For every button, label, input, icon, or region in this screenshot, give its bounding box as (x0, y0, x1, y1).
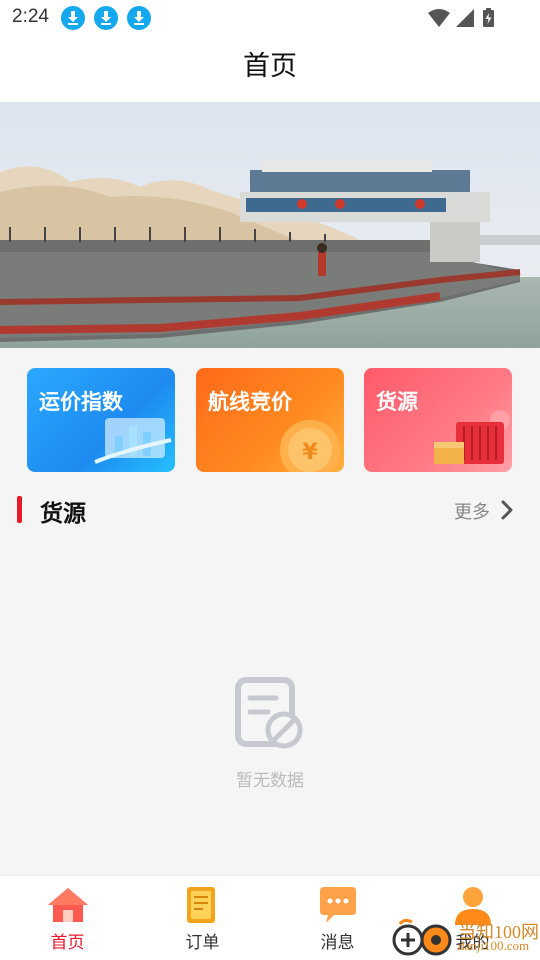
banner-image (0, 102, 540, 348)
title-bar: 首页 (0, 36, 540, 102)
wifi-icon (428, 9, 450, 27)
banner-carousel[interactable] (0, 102, 540, 348)
download-icon (127, 6, 151, 30)
nav-label: 消息 (320, 933, 355, 953)
status-time: 2:24 (12, 6, 49, 27)
svg-text:¥: ¥ (302, 440, 318, 465)
message-icon (320, 887, 356, 923)
tile-cargo-source[interactable]: 货源 (364, 368, 512, 472)
status-indicators (428, 8, 494, 27)
battery-icon (483, 8, 494, 27)
status-bar: 2:24 (0, 0, 540, 36)
section-accent-bar (17, 496, 22, 523)
section-title: 货源 (40, 501, 86, 527)
category-tiles: 运价指数 航线竞价 ¥ 货源 (0, 348, 540, 484)
download-icon (94, 6, 118, 30)
container-icon (434, 410, 510, 464)
page-title: 首页 (243, 51, 297, 82)
bar-chart-icon (94, 418, 172, 464)
watermark-subtext: danji100.com (458, 938, 530, 953)
nav-tab-messages[interactable]: 消息 (270, 876, 405, 960)
tile-route-bidding[interactable]: 航线竞价 ¥ (196, 368, 344, 472)
coin-icon: ¥ (280, 420, 340, 472)
tile-freight-index[interactable]: 运价指数 (27, 368, 175, 472)
nav-tab-home[interactable]: 首页 (0, 876, 135, 960)
more-link[interactable]: 更多 (434, 497, 514, 523)
nav-tab-orders[interactable]: 订单 (135, 876, 270, 960)
empty-document-icon (235, 677, 303, 749)
home-icon (48, 888, 88, 922)
nav-label: 首页 (50, 933, 85, 953)
watermark-logo-icon (392, 918, 452, 956)
watermark: 当知100网 danji100.com (390, 916, 540, 960)
chevron-right-icon (501, 500, 513, 520)
empty-state-text: 暂无数据 (236, 771, 304, 791)
order-icon (187, 887, 215, 923)
more-label: 更多 (454, 502, 490, 523)
nav-label: 订单 (185, 933, 220, 953)
signal-icon (456, 9, 474, 27)
tile-label: 货源 (376, 390, 418, 414)
download-icon (61, 6, 85, 30)
